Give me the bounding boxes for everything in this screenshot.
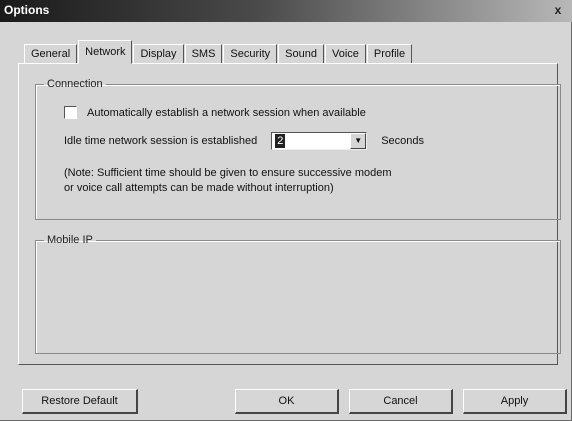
options-dialog: Options x General Network Display SMS Se…	[0, 0, 572, 421]
idle-time-row: Idle time network session is established…	[64, 132, 424, 150]
tab-strip: General Network Display SMS Security Sou…	[24, 40, 413, 64]
note-line-1: (Note: Sufficient time should be given t…	[64, 167, 392, 179]
idle-time-value: 2	[275, 134, 286, 148]
mobile-ip-group: Mobile IP	[35, 234, 561, 354]
tab-network[interactable]: Network	[78, 40, 133, 64]
chevron-down-icon[interactable]: ▼	[350, 133, 367, 149]
ok-button[interactable]: OK	[235, 389, 339, 414]
connection-legend: Connection	[47, 78, 103, 90]
idle-time-label: Idle time network session is established	[64, 135, 258, 147]
tab-display[interactable]: Display	[133, 44, 184, 64]
idle-time-unit: Seconds	[381, 135, 425, 147]
restore-default-button[interactable]: Restore Default	[22, 389, 138, 414]
idle-time-select[interactable]: 2 ▼	[271, 132, 368, 150]
cancel-button[interactable]: Cancel	[349, 389, 453, 414]
note-line-2: or voice call attempts can be made witho…	[64, 182, 334, 194]
title-bar[interactable]: Options x	[0, 0, 572, 22]
window-title: Options	[4, 3, 50, 17]
auto-connect-checkbox[interactable]	[64, 106, 77, 119]
mobile-ip-legend: Mobile IP	[47, 234, 93, 246]
apply-button[interactable]: Apply	[463, 389, 567, 414]
connection-note: (Note: Sufficient time should be given t…	[64, 166, 392, 196]
tab-sound[interactable]: Sound	[278, 44, 324, 64]
tab-security[interactable]: Security	[223, 44, 278, 64]
tab-profile[interactable]: Profile	[366, 44, 413, 64]
tab-general[interactable]: General	[24, 44, 78, 64]
tab-voice[interactable]: Voice	[324, 44, 366, 64]
network-tab-panel: Connection Automatically establish a net…	[18, 63, 561, 365]
auto-connect-label[interactable]: Automatically establish a network sessio…	[87, 107, 366, 119]
close-icon[interactable]: x	[550, 2, 566, 18]
tab-sms[interactable]: SMS	[184, 44, 223, 64]
auto-connect-row: Automatically establish a network sessio…	[64, 106, 366, 119]
connection-group: Connection Automatically establish a net…	[35, 78, 561, 220]
